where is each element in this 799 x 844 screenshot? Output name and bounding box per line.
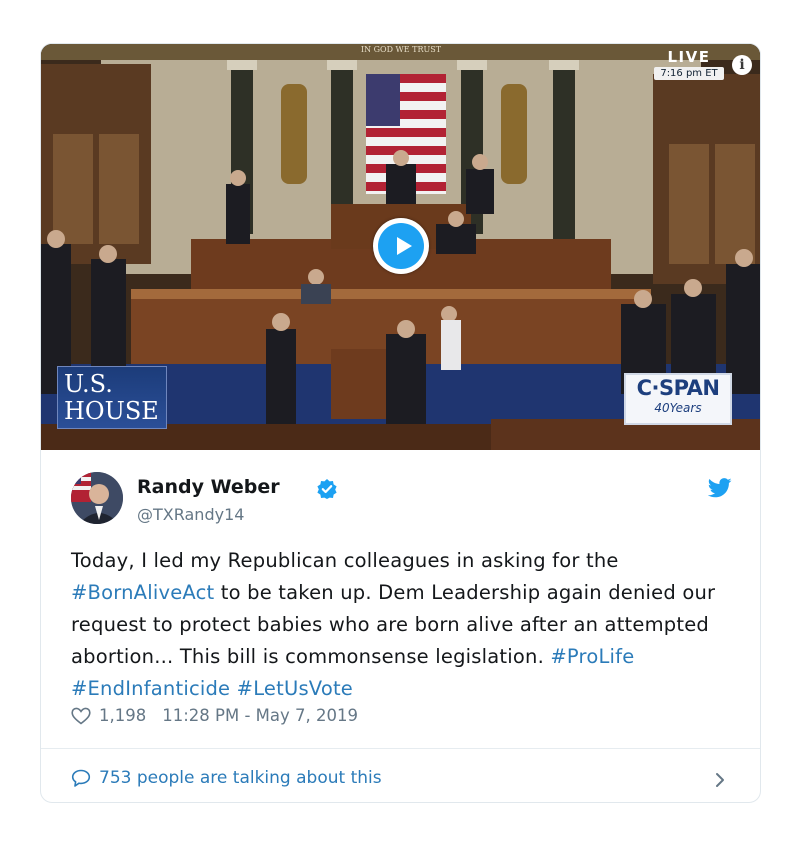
user-name[interactable]: Randy Weber xyxy=(137,476,280,498)
avatar-image xyxy=(71,472,123,524)
house-logo-line2: HOUSE xyxy=(64,397,159,425)
talking-count: 753 people are talking about this xyxy=(99,768,382,788)
comment-bubble-icon xyxy=(71,769,91,787)
user-handle[interactable]: @TXRandy14 xyxy=(137,505,244,524)
cspan-years: 40Years xyxy=(654,401,702,415)
play-icon xyxy=(378,223,424,269)
twitter-bird-icon[interactable] xyxy=(708,478,732,498)
conversation-link[interactable]: 753 people are talking about this xyxy=(71,768,731,788)
motto-text: IN GOD WE TRUST xyxy=(361,45,442,54)
info-icon[interactable]: i xyxy=(732,55,752,75)
us-house-logo: U.S. HOUSE xyxy=(57,366,167,429)
house-logo-line1: U.S. xyxy=(64,370,113,398)
verified-badge-icon xyxy=(317,479,337,499)
play-button[interactable] xyxy=(373,218,429,274)
video-thumbnail[interactable]: IN GOD WE TRUST LIVE 7:16 pm ET i U.S. H… xyxy=(41,44,760,450)
avatar[interactable] xyxy=(71,472,123,524)
timestamp[interactable]: 11:28 PM - May 7, 2019 xyxy=(162,706,358,725)
hashtag-bornaliveact[interactable]: #BornAliveAct xyxy=(71,581,214,604)
divider xyxy=(41,748,760,749)
live-time: 7:16 pm ET xyxy=(654,67,724,80)
hashtag-prolife[interactable]: #ProLife xyxy=(550,645,634,668)
cspan-logo: C·SPAN 40Years xyxy=(624,373,732,425)
tweet-meta: 1,198 11:28 PM - May 7, 2019 xyxy=(71,706,358,725)
live-badge: LIVE 7:16 pm ET xyxy=(654,49,724,80)
cspan-name: C·SPAN xyxy=(636,376,720,400)
hashtag-letusvote[interactable]: #LetUsVote xyxy=(237,677,353,700)
heart-icon[interactable] xyxy=(71,707,91,725)
hashtag-endinfanticide[interactable]: #EndInfanticide xyxy=(71,677,230,700)
chevron-right-icon[interactable] xyxy=(714,772,726,788)
live-label: LIVE xyxy=(667,48,711,66)
tweet-text: Today, I led my Republican colleagues in… xyxy=(71,545,741,705)
tweet-text-part: Today, I led my Republican colleagues in… xyxy=(71,549,619,572)
tweet-card: IN GOD WE TRUST LIVE 7:16 pm ET i U.S. H… xyxy=(40,43,761,803)
like-count[interactable]: 1,198 xyxy=(99,706,146,725)
